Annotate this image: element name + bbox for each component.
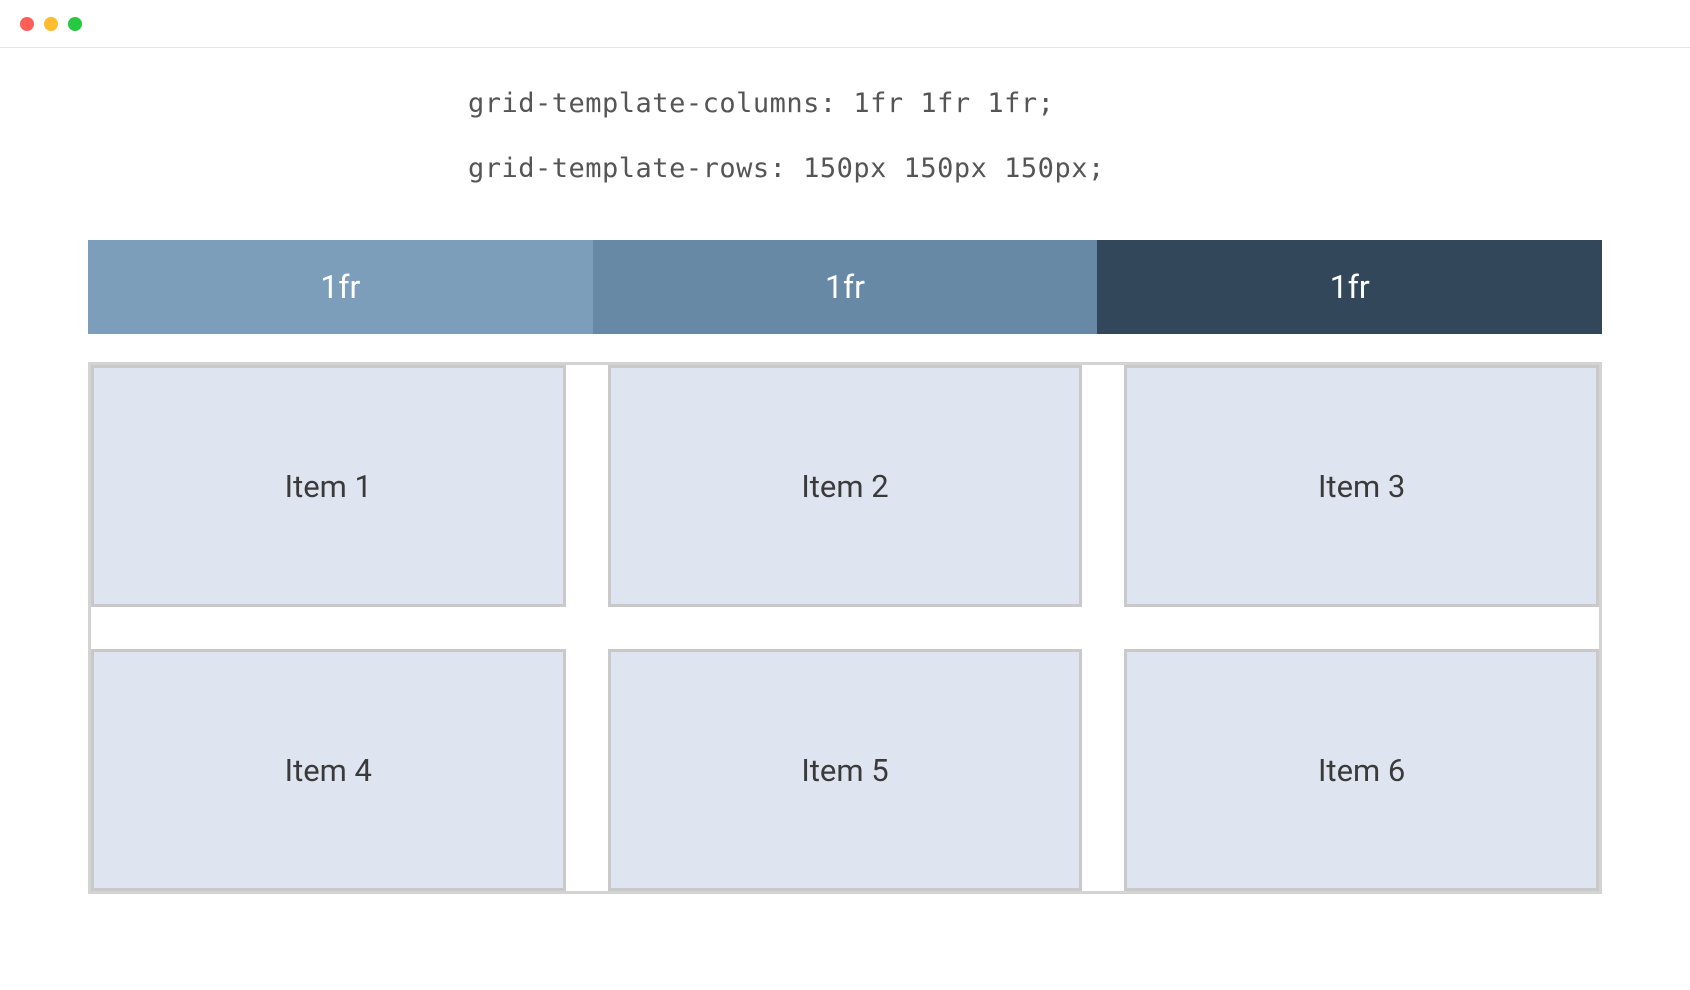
code-line-rows: grid-template-rows: 150px 150px 150px; — [468, 153, 1602, 184]
content-area: grid-template-columns: 1fr 1fr 1fr; grid… — [0, 48, 1690, 954]
grid-item-1: Item 1 — [91, 365, 566, 607]
column-header-1: 1fr — [88, 240, 593, 334]
grid-item-3: Item 3 — [1124, 365, 1599, 607]
code-line-columns: grid-template-columns: 1fr 1fr 1fr; — [468, 88, 1602, 119]
window-controls — [20, 17, 82, 31]
grid-item-5: Item 5 — [608, 649, 1083, 891]
grid-item-2: Item 2 — [608, 365, 1083, 607]
window-titlebar — [0, 0, 1690, 48]
grid-demo: Item 1 Item 2 Item 3 Item 4 Item 5 Item … — [88, 362, 1602, 894]
minimize-window-button[interactable] — [44, 17, 58, 31]
close-window-button[interactable] — [20, 17, 34, 31]
grid-item-4: Item 4 — [91, 649, 566, 891]
column-header-2: 1fr — [593, 240, 1098, 334]
column-header-row: 1fr 1fr 1fr — [88, 240, 1602, 334]
maximize-window-button[interactable] — [68, 17, 82, 31]
grid-item-6: Item 6 — [1124, 649, 1599, 891]
column-header-3: 1fr — [1097, 240, 1602, 334]
code-snippet: grid-template-columns: 1fr 1fr 1fr; grid… — [468, 88, 1602, 184]
